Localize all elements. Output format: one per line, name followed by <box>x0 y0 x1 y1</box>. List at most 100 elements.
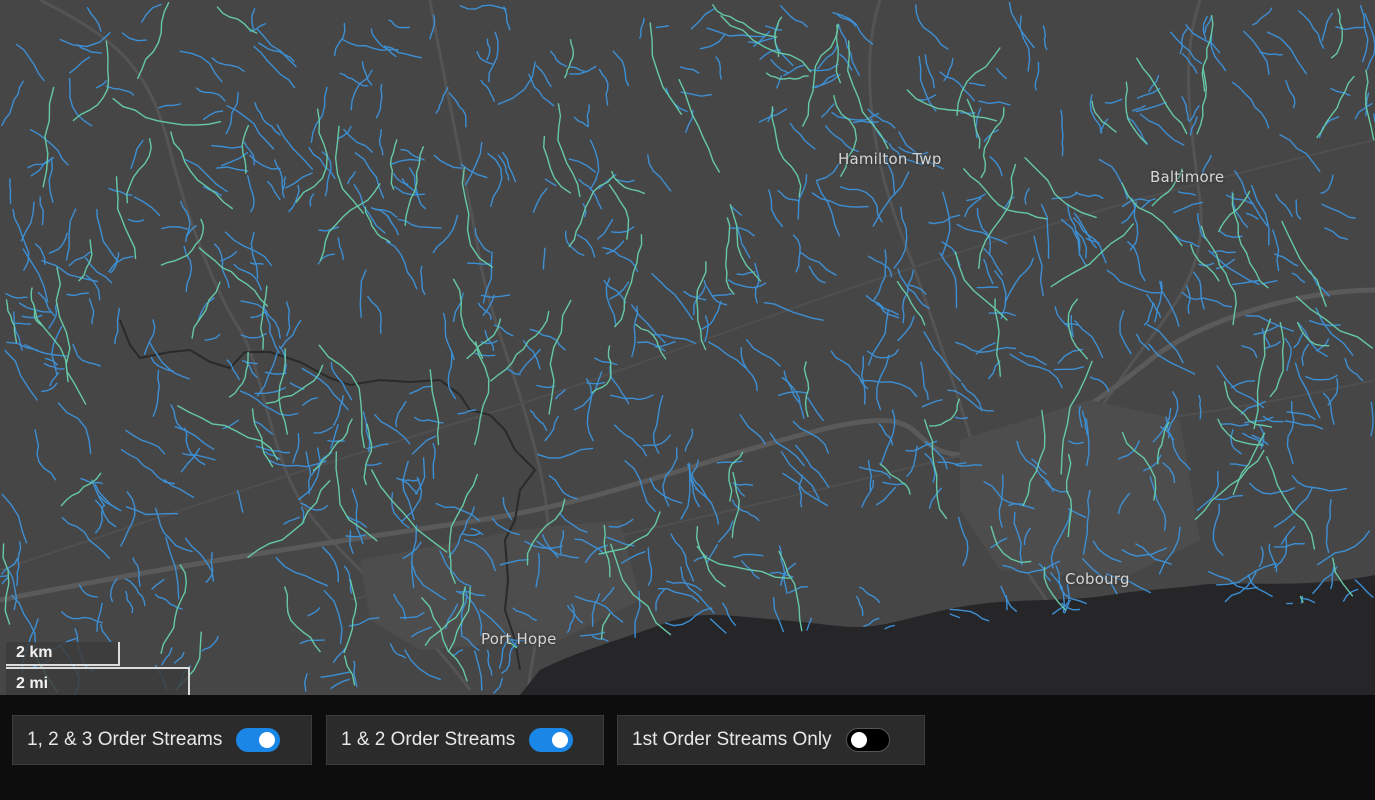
stream-line <box>34 429 56 481</box>
stream-line <box>1173 201 1204 214</box>
stream-line <box>364 206 391 243</box>
stream-line <box>846 40 889 150</box>
stream-line <box>906 89 998 122</box>
stream-line <box>684 428 694 452</box>
stream-line <box>1042 25 1048 51</box>
stream-line <box>267 181 281 201</box>
stream-line <box>777 189 801 202</box>
stream-line <box>569 66 586 73</box>
stream-line <box>151 578 165 590</box>
stream-line <box>1229 463 1248 467</box>
stream-line <box>655 589 665 612</box>
stream-line <box>867 255 893 278</box>
stream-line <box>1104 98 1123 104</box>
stream-line <box>1091 100 1117 133</box>
stream-line <box>1053 366 1085 371</box>
stream-line <box>1127 241 1146 282</box>
stream-line <box>285 172 313 189</box>
map-canvas[interactable] <box>0 0 1375 695</box>
stream-line <box>1359 4 1369 63</box>
stream-line <box>265 364 324 404</box>
stream-line <box>1354 102 1373 120</box>
stream-line <box>480 79 495 102</box>
stream-line <box>1266 31 1308 75</box>
stream-line <box>21 314 43 319</box>
stream-line <box>647 547 653 586</box>
toggle-switch[interactable] <box>236 728 281 752</box>
stream-line <box>989 156 1003 177</box>
stream-line <box>503 6 511 31</box>
stream-line <box>1040 203 1050 259</box>
stream-line <box>928 214 961 225</box>
stream-line <box>1279 134 1321 173</box>
stream-line <box>781 377 805 420</box>
toggle-12-order-streams[interactable]: 1 & 2 Order Streams <box>326 715 604 765</box>
stream-line <box>461 532 482 537</box>
stream-line <box>863 617 880 628</box>
stream-line <box>610 394 654 401</box>
stream-line <box>343 579 358 654</box>
stream-line <box>486 38 491 61</box>
place-label: Cobourg <box>1065 570 1130 588</box>
stream-line <box>59 32 111 48</box>
stream-line <box>292 433 300 464</box>
stream-line <box>1308 320 1341 327</box>
stream-line <box>5 293 28 299</box>
stream-line <box>378 129 384 156</box>
stream-line <box>897 315 915 342</box>
stream-line <box>740 347 758 392</box>
stream-line <box>655 25 670 29</box>
stream-line <box>1325 499 1332 553</box>
stream-line <box>332 646 347 663</box>
stream-line <box>1148 343 1196 375</box>
stream-line <box>393 173 409 185</box>
stream-line <box>152 369 161 417</box>
stream-line <box>1060 109 1064 157</box>
stream-line <box>860 379 918 398</box>
stream-line <box>537 447 594 459</box>
stream-line <box>0 575 9 578</box>
stream-line <box>341 38 399 52</box>
stream-line <box>528 73 555 107</box>
stream-line <box>202 110 224 120</box>
stream-line <box>542 135 572 194</box>
stream-line <box>815 163 840 182</box>
stream-line <box>303 673 308 692</box>
toggle-switch[interactable] <box>845 728 890 752</box>
stream-line <box>1275 193 1293 217</box>
toggle-1st-order-streams-only[interactable]: 1st Order Streams Only <box>617 715 925 765</box>
stream-line <box>184 427 206 466</box>
stream-line <box>968 82 986 87</box>
stream-line <box>1285 80 1296 109</box>
stream-line <box>1344 357 1364 381</box>
stream-line <box>69 56 91 74</box>
toggle-label: 1, 2 & 3 Order Streams <box>27 729 223 750</box>
stream-line <box>1259 51 1283 56</box>
stream-line <box>544 178 557 187</box>
stream-line <box>141 3 162 23</box>
stream-line <box>216 166 249 172</box>
stream-line <box>432 214 459 254</box>
stream-line <box>275 557 329 587</box>
stream-line <box>65 208 77 261</box>
stream-line <box>183 245 193 293</box>
stream-line <box>832 12 874 45</box>
stream-line <box>1089 376 1110 392</box>
stream-line <box>988 360 1001 380</box>
stream-line <box>873 249 887 301</box>
stream-line <box>211 57 245 72</box>
stream-line <box>1074 320 1104 358</box>
stream-line <box>354 152 385 199</box>
stream-line <box>161 225 189 230</box>
stream-line <box>1143 302 1154 326</box>
stream-line <box>247 175 255 213</box>
map-view[interactable]: Hamilton Twp Baltimore Cobourg Port Hope… <box>0 0 1375 695</box>
stream-line <box>108 255 134 273</box>
toggle-123-order-streams[interactable]: 1, 2 & 3 Order Streams <box>12 715 312 765</box>
stream-line <box>220 251 238 262</box>
stream-line <box>544 416 559 442</box>
toggle-switch[interactable] <box>529 728 574 752</box>
stream-line <box>109 578 118 603</box>
stream-line <box>573 116 588 127</box>
stream-line <box>859 586 881 604</box>
